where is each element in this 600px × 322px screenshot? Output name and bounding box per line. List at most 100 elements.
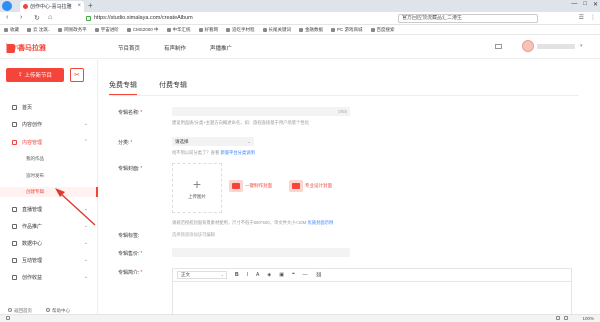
sidebar-sub-scheduled[interactable]: 追时发布 xyxy=(0,171,98,181)
cover-template-icon xyxy=(229,180,243,192)
sidebar-item-promote[interactable]: 作品推广 ⌄ xyxy=(0,221,98,231)
zoom-level[interactable]: 100% xyxy=(582,316,594,321)
pro-cover-button[interactable]: 专业设计封面 xyxy=(289,180,332,192)
bookmark-icon xyxy=(126,27,131,32)
top-nav-item[interactable]: 节目首页 xyxy=(118,44,140,52)
divider-icon[interactable]: — xyxy=(303,272,308,278)
browser-logo-icon xyxy=(2,1,12,11)
avatar[interactable] xyxy=(522,40,534,52)
image-icon[interactable]: ▣ xyxy=(279,272,284,278)
cover-example-link[interactable]: 优质封面示例 xyxy=(308,220,334,225)
category-hint: 找不到以前分类了？查看 新版平台分类说明 xyxy=(172,150,255,156)
bookmark-item[interactable]: 追吃手材程 xyxy=(226,27,255,33)
sidebar-item-earnings[interactable]: 创作收益 ⌄ xyxy=(0,272,98,282)
top-nav-item[interactable]: 有声制作 xyxy=(164,44,186,52)
sidebar-item-home[interactable]: 首页 xyxy=(0,102,98,112)
back-icon[interactable]: ‹ xyxy=(6,14,8,21)
sidebar-sub-create-album[interactable]: 创建专辑 xyxy=(0,187,98,197)
sidebar-item-label: 作品推广 xyxy=(22,223,43,230)
chevron-down-icon: ⌄ xyxy=(220,272,224,277)
back-icon xyxy=(8,308,12,312)
bookmark-icon xyxy=(370,27,375,32)
price-input[interactable] xyxy=(172,248,350,257)
menu-icon[interactable]: ☰ xyxy=(579,14,584,21)
bookmark-icon xyxy=(331,27,336,32)
main-content: 免费专辑 付费专辑 专辑名称:* 0/55 建议用品质/分类+主题方向概述命名，… xyxy=(99,60,600,322)
sidebar-item-live[interactable]: 直播管理 ⌄ xyxy=(0,204,98,214)
home-icon[interactable]: ⌂ xyxy=(48,14,52,21)
sidebar-item-label: 互动管理 xyxy=(22,257,43,264)
lock-icon xyxy=(86,16,91,21)
sidebar-sub-my-works[interactable]: 我的作品 xyxy=(0,154,98,164)
bookmark-item[interactable]: 中华汇统 xyxy=(166,27,191,33)
label-text: 专辑售价: xyxy=(118,251,140,257)
tags-input[interactable]: 选择频道添加该可编辑 xyxy=(172,232,215,238)
bookmark-item[interactable]: CMS2000 中 xyxy=(126,27,159,33)
char-counter: 0/55 xyxy=(338,109,347,114)
bookmark-item[interactable]: PC 游戏商城 xyxy=(331,27,363,33)
chat-icon xyxy=(12,257,17,263)
category-label: 分类:* xyxy=(118,139,132,146)
scissors-icon[interactable]: ✂ xyxy=(70,68,84,82)
highlight-icon[interactable]: ◈ xyxy=(267,272,271,278)
bold-icon[interactable]: B xyxy=(235,272,239,278)
chevron-up-icon: ⌃ xyxy=(83,139,88,145)
bookmark-item[interactable]: 宇宙进阶 xyxy=(94,26,119,33)
bookmark-label: 网易政务平 xyxy=(64,26,87,32)
new-tab-button[interactable]: + xyxy=(88,1,93,10)
label-text: 专辑简介: xyxy=(118,270,140,276)
sidebar-item-content[interactable]: 内容管理 ⌃ xyxy=(0,137,98,147)
chevron-down-icon[interactable]: ▾ xyxy=(580,43,583,49)
maximize-icon[interactable]: □ xyxy=(583,1,587,8)
cover-option-label: 一键制作封面 xyxy=(245,183,272,188)
one-click-cover-button[interactable]: 一键制作封面 xyxy=(229,180,272,192)
forward-icon[interactable]: › xyxy=(20,14,22,21)
sidebar-item-label: 内容管理 xyxy=(22,139,43,146)
browser-search-input[interactable]: 官方回应顶流藏品汇二港生 xyxy=(398,14,538,23)
close-window-icon[interactable]: ✕ xyxy=(593,1,598,8)
top-nav-item[interactable]: 声播推广 xyxy=(210,44,232,52)
sidebar-item-data[interactable]: 数据中心 ⌄ xyxy=(0,238,98,248)
reload-icon[interactable]: ↻ xyxy=(34,14,40,22)
bookmark-label: PC 游戏商城 xyxy=(337,26,363,32)
bookmark-item[interactable]: 好看网 xyxy=(198,27,218,33)
bookmark-item[interactable]: 百度搜索 xyxy=(370,27,395,33)
brand-logo[interactable]: 喜马拉雅 创作中心 xyxy=(6,43,46,53)
bookmark-item[interactable]: 收藏 xyxy=(4,27,19,33)
bookmark-label: 宇宙进阶 xyxy=(100,26,119,32)
text-color-icon[interactable]: A xyxy=(256,272,259,278)
cover-upload-label: 上传图片 xyxy=(188,193,206,199)
cover-upload-box[interactable]: + 上传图片 xyxy=(172,163,222,213)
link-icon[interactable]: ⛓ xyxy=(316,272,322,278)
tab-divider xyxy=(109,95,579,96)
bookmark-item[interactable]: 网易政务平 xyxy=(58,27,87,33)
url-field[interactable]: https://studio.ximalaya.com/createAlbum xyxy=(86,14,386,23)
upload-button[interactable]: ⇪ 上传新节目 xyxy=(6,68,64,82)
bookmark-item[interactable]: 金融数据 xyxy=(299,27,323,33)
category-help-link[interactable]: 新版平台分类说明 xyxy=(220,150,254,155)
bookmark-item[interactable]: 云 沈煞.. xyxy=(27,27,50,33)
brand-subtitle: 创作中心 xyxy=(6,43,104,53)
star-icon xyxy=(4,27,8,32)
chevron-down-icon: ⌄ xyxy=(83,206,88,212)
tab-close-icon[interactable]: × xyxy=(77,3,81,9)
address-bar-row: ‹ › ↻ ⌂ https://studio.ximalaya.com/crea… xyxy=(0,12,600,25)
album-name-input[interactable]: 0/55 xyxy=(172,107,350,116)
sidebar-item-interact[interactable]: 互动管理 ⌄ xyxy=(0,255,98,265)
category-select[interactable]: 请选择 ⌄ xyxy=(172,137,254,146)
sidebar-item-create[interactable]: 内容创作 ⌄ xyxy=(0,119,98,129)
megaphone-icon xyxy=(12,223,17,229)
money-icon xyxy=(12,274,17,280)
hint-text: 请规范授权封面背景素材使用，尺寸不低于500*500，单文件大小<10M xyxy=(172,220,307,225)
tab-paid-album[interactable]: 付费专辑 xyxy=(159,80,187,90)
username-redacted[interactable] xyxy=(537,44,575,49)
minimize-icon[interactable]: — xyxy=(571,1,577,8)
mail-icon[interactable] xyxy=(495,44,502,49)
bookmark-item[interactable]: 长尾关键词 xyxy=(262,27,291,33)
browser-tab[interactable]: 创作中心-喜马拉雅 × xyxy=(20,1,84,12)
italic-icon[interactable]: I xyxy=(247,272,248,278)
paragraph-format-select[interactable]: 正文 ⌄ xyxy=(177,271,227,279)
quote-icon[interactable]: ❝ xyxy=(292,272,295,278)
tab-free-album[interactable]: 免费专辑 xyxy=(109,80,137,96)
more-icon[interactable]: ⋮ xyxy=(590,14,596,21)
